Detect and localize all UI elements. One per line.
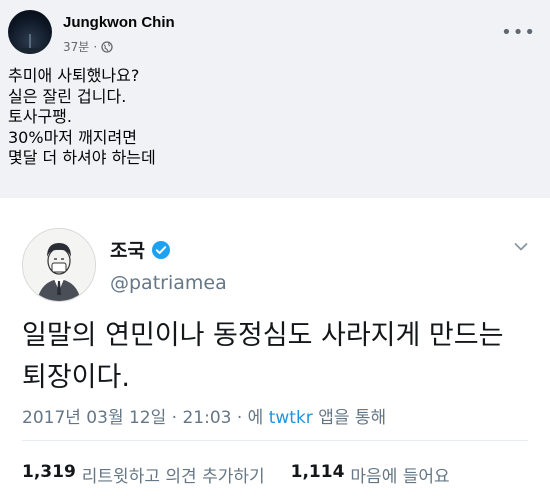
avatar[interactable]: [8, 10, 52, 54]
post-line: 토사구팽.: [8, 107, 72, 126]
verified-badge-icon: [151, 240, 170, 259]
post-text: 추미애 사퇴했나요? 실은 잘린 겁니다. 토사구팽. 30%마저 깨지려면 몇…: [8, 66, 156, 169]
tweet-line: 퇴장이다.: [22, 362, 130, 393]
post-line: 30%마저 깨지려면: [8, 127, 137, 147]
tweet-author-label: 조국: [110, 240, 145, 262]
avatar-tower-shape: [29, 34, 31, 48]
stats-spacer: [271, 462, 285, 487]
meta-separator: ·: [93, 39, 98, 54]
tweet-timestamp: 2017년 03월 12일 · 21:03 · 에 twtkr 앱을 통해: [22, 403, 386, 428]
like-count[interactable]: 1,114: [291, 462, 345, 487]
post-line: 추미애 사퇴했나요?: [8, 66, 140, 85]
tweet-text: 일말의 연민이나 동정심도 사라지게 만드는 퇴장이다.: [22, 315, 503, 399]
tweet-source-link[interactable]: twtkr: [269, 408, 313, 428]
like-label[interactable]: 마음에 들어요: [350, 462, 449, 487]
divider: [22, 440, 528, 441]
retweet-count[interactable]: 1,319: [22, 462, 76, 487]
post-meta: 37분 ·: [63, 38, 113, 55]
chevron-down-icon[interactable]: [514, 242, 528, 252]
retweet-label[interactable]: 리트윗하고 의견 추가하기: [82, 462, 265, 487]
post-line: 몇달 더 하셔야 하는데: [8, 148, 156, 167]
more-options-icon[interactable]: •••: [501, 24, 536, 42]
tweet-author-name[interactable]: 조국: [110, 236, 171, 263]
facebook-post: Jungkwon Chin 37분 · ••• 추미애 사퇴했나요? 실은 잘린…: [0, 0, 550, 198]
post-time[interactable]: 37분: [63, 38, 89, 55]
post-author-name[interactable]: Jungkwon Chin: [63, 14, 175, 31]
tweet-stats: 1,319 리트윗하고 의견 추가하기 1,114 마음에 들어요: [22, 462, 450, 487]
embedded-tweet: 조국 @patriamea 일말의 연민이나 동정심도 사라지게 만드는 퇴장이…: [0, 198, 550, 496]
post-line: 실은 잘린 겁니다.: [8, 86, 127, 106]
avatar-ground-shape: [8, 48, 52, 54]
globe-icon: [101, 40, 113, 53]
tweet-author-handle[interactable]: @patriamea: [110, 272, 227, 294]
tweet-line: 일말의 연민이나 동정심도 사라지게 만드는: [22, 320, 504, 351]
tweet-source-suffix: 앱을 통해: [312, 408, 387, 428]
tweet-avatar[interactable]: [22, 228, 96, 302]
tweet-date[interactable]: 2017년 03월 12일 · 21:03 · 에: [22, 408, 269, 428]
